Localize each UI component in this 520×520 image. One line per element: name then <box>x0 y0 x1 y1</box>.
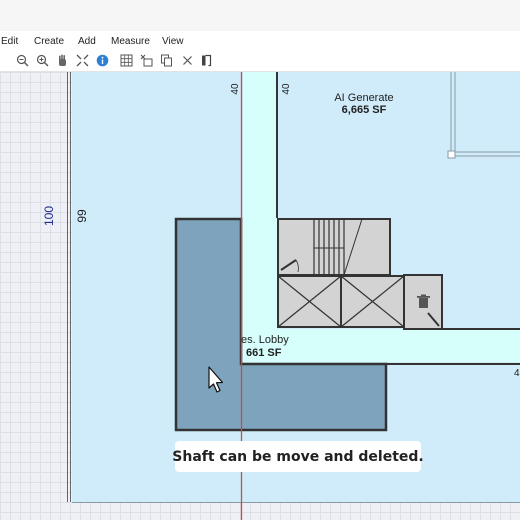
room-name: AI Generate <box>334 92 393 104</box>
dimension-inner: 99 <box>75 209 89 223</box>
room-area: 6,665 SF <box>342 104 387 116</box>
hand-icon[interactable] <box>56 54 69 67</box>
lobby-name: es. Lobby <box>241 334 289 346</box>
zoom-out-icon[interactable] <box>16 54 29 67</box>
title-bar <box>0 0 520 31</box>
info-icon[interactable] <box>96 54 109 67</box>
zoom-in-icon[interactable] <box>36 54 49 67</box>
menu-create[interactable]: Create <box>34 36 64 47</box>
caption-overlay: Shaft can be move and deleted. <box>172 441 424 472</box>
menu-add[interactable]: Add <box>78 36 96 47</box>
remove-grid-icon[interactable] <box>140 54 153 67</box>
balcony-post <box>447 150 456 159</box>
menu-edit[interactable]: Edit <box>1 36 18 47</box>
grid-icon[interactable] <box>120 54 133 67</box>
toolbar <box>0 51 520 72</box>
menu-measure[interactable]: Measure <box>111 36 150 47</box>
stair-treads <box>313 219 345 275</box>
dimension-corridor-left: 40 <box>230 83 241 95</box>
close-icon[interactable] <box>181 54 194 67</box>
copy-icon[interactable] <box>160 54 173 67</box>
door-icon[interactable] <box>200 54 213 67</box>
menu-view[interactable]: View <box>162 36 184 47</box>
dimension-outer: 100 <box>42 206 56 226</box>
fit-icon[interactable] <box>76 54 89 67</box>
dimension-right-edge: 4 <box>514 368 520 379</box>
menu-bar: Edit Create Add Measure View <box>0 31 520 51</box>
lobby-area: 661 SF <box>246 347 282 359</box>
dimension-corridor-right: 40 <box>281 83 292 95</box>
